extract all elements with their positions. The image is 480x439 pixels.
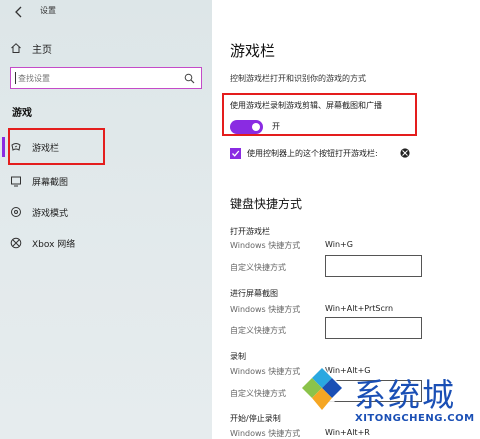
highlight-box-nav <box>8 128 105 165</box>
shortcut-title: 开始/停止录制 <box>230 414 281 423</box>
toggle-knob <box>252 123 260 131</box>
nav-home[interactable]: 主页 <box>10 40 52 56</box>
page-description: 控制游戏栏打开和识别你的游戏的方式 <box>230 74 366 83</box>
text-caret <box>15 72 16 84</box>
windows-shortcut-value: Win+G <box>325 240 353 249</box>
back-arrow-icon[interactable] <box>12 5 26 19</box>
windows-shortcut-label: Windows 快捷方式 <box>230 367 301 376</box>
page-title: 游戏栏 <box>230 42 276 60</box>
controller-checkbox[interactable] <box>230 148 241 159</box>
checkmark-icon <box>232 150 240 157</box>
sidebar-item-label: 游戏模式 <box>32 208 69 219</box>
gamemode-icon <box>11 207 21 217</box>
toggle-label: 使用游戏栏录制游戏剪辑、屏幕截图和广播 <box>230 101 382 110</box>
active-indicator <box>2 137 5 157</box>
windows-shortcut-label: Windows 快捷方式 <box>230 429 301 438</box>
section-label: 游戏 <box>12 108 32 119</box>
shortcut-title: 进行屏幕截图 <box>230 289 278 298</box>
windows-shortcut-label: Windows 快捷方式 <box>230 241 301 250</box>
record-toggle[interactable] <box>230 120 263 134</box>
custom-shortcut-input[interactable] <box>325 317 422 339</box>
watermark-logo-icon <box>298 366 346 414</box>
custom-shortcut-label: 自定义快捷方式 <box>230 326 286 335</box>
windows-shortcut-value: Win+Alt+PrtScrn <box>325 304 394 313</box>
xbox-icon <box>400 148 410 158</box>
shortcut-title: 录制 <box>230 352 246 361</box>
sidebar-item-label: 屏幕截图 <box>32 177 69 188</box>
checkbox-label: 使用控制器上的这个按钮打开游戏栏: <box>247 149 378 158</box>
sidebar-item-gamemode[interactable]: 游戏模式 <box>10 203 68 221</box>
sidebar: 设置 主页 游戏 游戏栏 屏幕截图 游戏模式 Xbox 网络 <box>0 0 212 439</box>
sidebar-item-xbox[interactable]: Xbox 网络 <box>10 234 75 252</box>
toggle-state: 开 <box>272 122 280 131</box>
shortcuts-title: 键盘快捷方式 <box>230 197 303 211</box>
search-input[interactable] <box>18 73 178 83</box>
xbox-icon <box>10 237 22 249</box>
nav-home-label: 主页 <box>32 44 52 56</box>
screenshot-icon <box>11 176 21 187</box>
custom-shortcut-label: 自定义快捷方式 <box>230 263 286 272</box>
watermark-text: 系统城 <box>354 376 457 414</box>
custom-shortcut-label: 自定义快捷方式 <box>230 389 286 398</box>
sidebar-item-screenshot[interactable]: 屏幕截图 <box>10 172 68 190</box>
window-title: 设置 <box>40 6 56 15</box>
watermark-subtext: XITONGCHENG.COM <box>355 413 475 424</box>
shortcut-title: 打开游戏栏 <box>230 227 270 236</box>
sidebar-item-label: Xbox 网络 <box>32 239 76 250</box>
custom-shortcut-input[interactable] <box>325 255 422 277</box>
windows-shortcut-value: Win+Alt+R <box>325 428 370 437</box>
home-icon <box>11 43 21 53</box>
windows-shortcut-label: Windows 快捷方式 <box>230 305 301 314</box>
search-icon[interactable] <box>184 73 195 84</box>
search-box[interactable] <box>10 67 202 89</box>
